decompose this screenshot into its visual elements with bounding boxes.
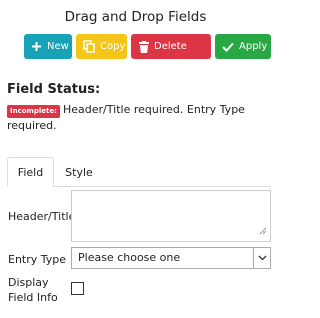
trash-icon: [139, 40, 149, 53]
delete-button-label: Delete: [154, 41, 187, 52]
tab-style[interactable]: Style: [59, 157, 99, 187]
copy-icon: [83, 40, 95, 53]
apply-button-label: Apply: [239, 41, 268, 52]
display-field-info-checkbox[interactable]: [71, 282, 84, 295]
plus-icon: [31, 41, 42, 52]
header-title-input[interactable]: [71, 190, 271, 242]
display-field-info-label: Display Field Info: [8, 275, 58, 305]
status-badge: Incomplete:: [7, 105, 60, 118]
copy-button-label: Copy: [100, 41, 126, 52]
display-field-info-label-line2: Field Info: [8, 291, 58, 304]
chevron-down-icon: [253, 248, 270, 268]
header-title-label: Header/Title: [8, 210, 76, 223]
apply-button[interactable]: Apply: [215, 34, 271, 59]
new-button[interactable]: New: [24, 34, 72, 59]
copy-button[interactable]: Copy: [76, 34, 127, 59]
display-field-info-label-line1: Display: [8, 276, 49, 289]
new-button-label: New: [47, 41, 69, 52]
entry-type-select[interactable]: Please choose one: [71, 247, 271, 269]
field-status-heading: Field Status:: [7, 82, 101, 97]
check-icon: [222, 42, 234, 52]
entry-type-selected-value: Please choose one: [78, 251, 181, 264]
tab-field[interactable]: Field: [7, 157, 54, 187]
resize-grip-icon[interactable]: [259, 220, 267, 239]
delete-button[interactable]: Delete: [131, 34, 211, 59]
entry-type-label: Entry Type: [8, 253, 67, 266]
panel-title: Drag and Drop Fields: [64, 9, 207, 25]
